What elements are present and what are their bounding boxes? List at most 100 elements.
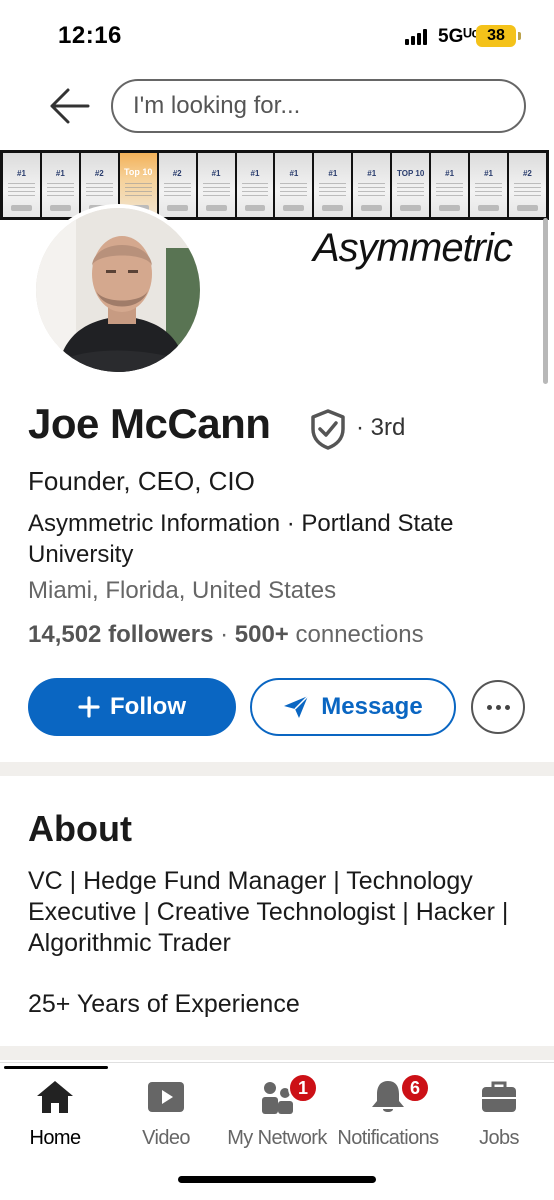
send-icon [284,695,309,718]
award-tile: #1 [353,153,391,217]
nav-jobs[interactable]: Jobs [444,1063,554,1163]
profile-avatar[interactable] [32,204,204,376]
verified-shield-icon[interactable] [309,408,347,450]
award-tile: #2 [158,153,196,217]
award-footer [478,205,499,211]
award-text-lines [436,183,464,199]
award-rank: #1 [484,169,493,178]
more-dot [486,704,492,710]
award-text-lines [513,183,541,199]
awards-strip: #1 #1 #2 Top 10 #2 #1 #1 #1 #1 #1 TOP 10 #1 #1 #2 [0,150,549,220]
award-tile: #1 [314,153,352,217]
award-text-lines [124,183,152,199]
award-text-lines [241,183,269,199]
award-rank: #1 [289,169,299,178]
nav-network-label: My Network [227,1127,327,1149]
award-text-lines [475,183,502,199]
award-footer [439,205,461,211]
notifications-badge: 6 [400,1073,430,1103]
award-footer [205,205,227,211]
award-footer [11,205,32,211]
search-input[interactable] [133,91,503,121]
home-icon [37,1081,73,1113]
about-heading: About [28,808,132,849]
more-options-button[interactable] [471,680,525,734]
network-type: 5Gᵁᶜ [438,26,479,47]
award-text-lines [85,183,113,199]
profile-location: Miami, Florida, United States [28,577,337,604]
network-badge: 1 [288,1073,318,1103]
connection-degree: · 3rd [356,414,406,441]
award-footer [400,205,422,211]
connections-label: connections [288,621,424,648]
award-tile: #1 [275,153,313,217]
award-tile: #1 [3,153,40,217]
back-arrow-icon[interactable] [48,86,90,126]
avatar-photo [36,208,200,372]
stats-separator: · [213,621,235,648]
home-indicator[interactable] [178,1176,376,1183]
award-rank: #1 [328,169,338,178]
award-footer [516,205,538,211]
section-divider [0,1046,554,1060]
award-text-lines [280,183,308,199]
profile-name: Joe McCann [28,400,271,447]
nav-video[interactable]: Video [111,1063,221,1163]
cellular-signal-icon [405,29,429,45]
award-rank: #1 [367,169,377,178]
award-rank: TOP 10 [397,169,425,178]
more-dot [495,704,501,710]
award-text-lines [358,183,386,199]
profile-stats[interactable]: 14,502 followers · 500+ connections [28,621,424,649]
message-button[interactable]: Message [250,678,456,736]
about-experience: 25+ Years of Experience [28,990,300,1018]
award-rank: #2 [522,169,532,178]
award-footer [49,205,71,211]
scroll-indicator[interactable] [543,218,548,384]
award-tile: #1 [470,153,507,217]
nav-my-network[interactable]: 1 My Network [222,1063,332,1163]
award-text-lines [46,183,74,199]
award-tile: #1 [41,153,79,217]
award-footer [244,205,266,211]
award-text-lines [319,183,347,199]
connections-count[interactable]: 500+ [235,621,289,648]
status-time: 12:16 [58,22,122,49]
award-footer [283,205,305,211]
nav-home-label: Home [29,1127,82,1149]
award-tile: #1 [197,153,235,217]
award-rank: #1 [211,169,221,178]
award-rank: #1 [250,169,260,178]
banner-brand-text: Asymmetric [313,226,513,270]
video-icon [148,1082,184,1112]
nav-home[interactable]: Home [0,1063,110,1163]
award-rank: #2 [94,169,104,178]
more-dot [504,704,510,710]
search-bar[interactable] [111,79,526,133]
status-bar: 12:16 5Gᵁᶜ 38 [0,0,554,70]
award-tile: #2 [508,153,546,217]
award-tile: TOP 10 [392,153,430,217]
award-text-lines [8,183,35,199]
award-rank: #2 [172,169,182,178]
follow-button[interactable]: Follow [28,678,236,736]
followers-count[interactable]: 14,502 followers [28,621,213,648]
nav-notifications[interactable]: 6 Notifications [333,1063,443,1163]
profile-affiliation[interactable]: Asymmetric Information · Portland State … [28,508,538,570]
award-text-lines [163,183,191,199]
profile-headline: Founder, CEO, CIO [28,466,255,496]
award-text-lines [397,183,425,199]
award-tile: #1 [431,153,469,217]
battery-nub [518,32,521,40]
active-tab-indicator [4,1066,108,1069]
section-divider [0,762,554,776]
award-footer [166,205,188,211]
battery-icon: 38 [476,25,516,47]
award-footer [361,205,383,211]
nav-video-label: Video [142,1127,190,1149]
nav-jobs-label: Jobs [479,1127,519,1149]
award-rank: #1 [445,169,455,178]
award-tile: #1 [236,153,274,217]
follow-button-label: Follow [110,693,186,720]
award-rank: #1 [17,169,26,178]
